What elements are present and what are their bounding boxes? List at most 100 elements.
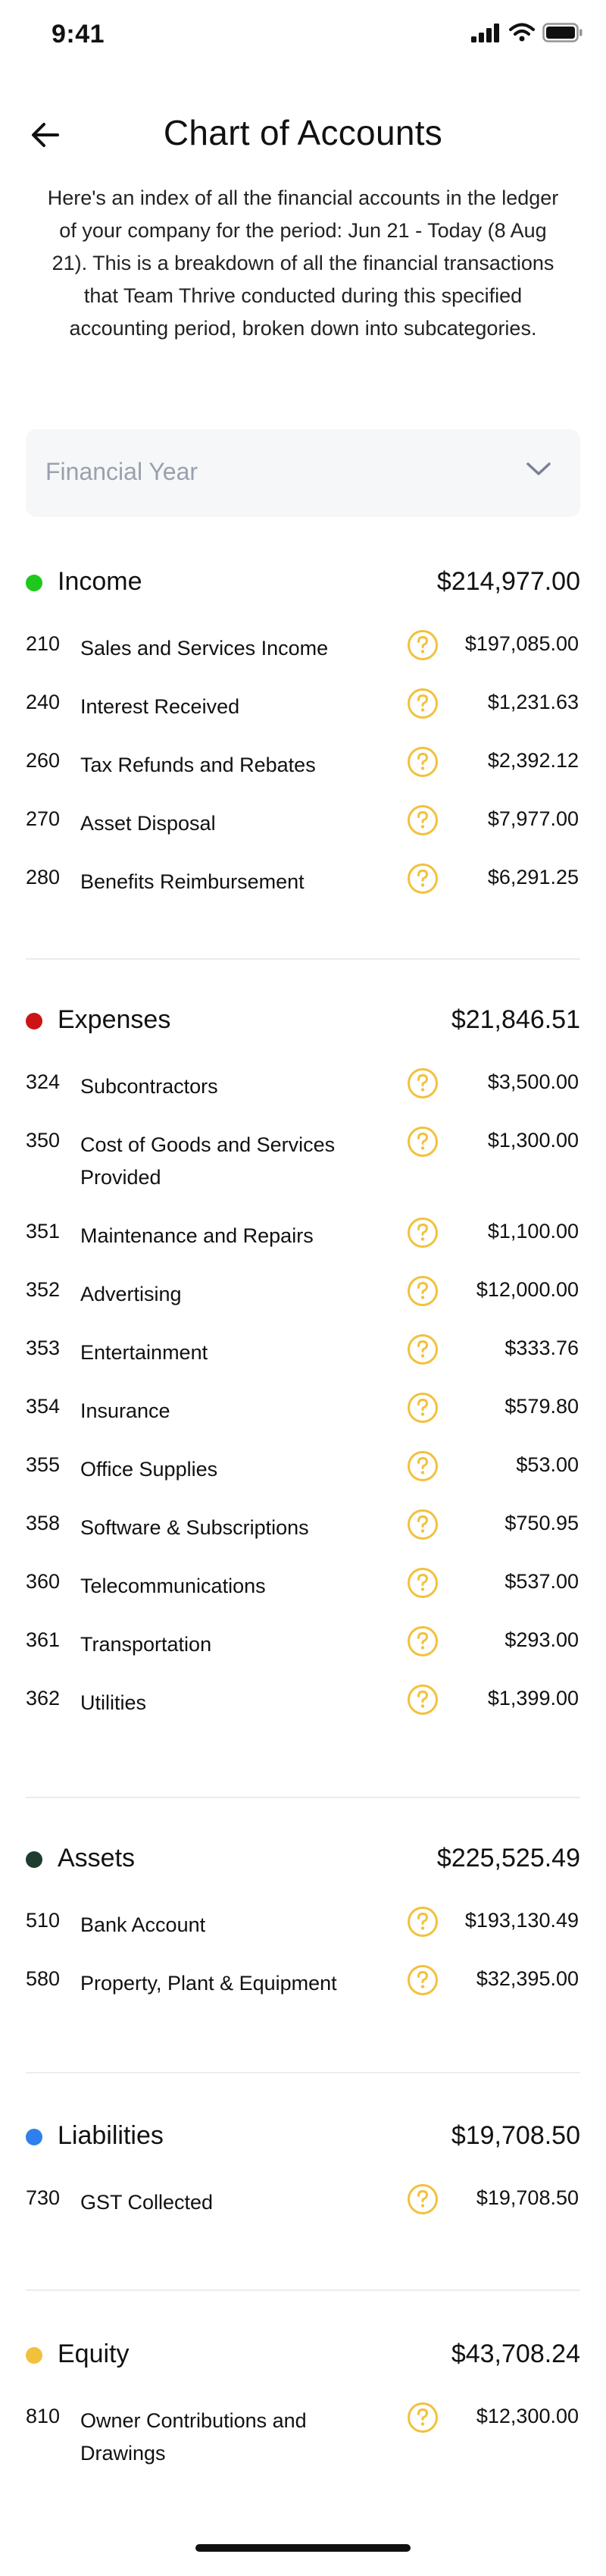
help-icon[interactable]: [407, 2402, 439, 2433]
account-row[interactable]: 361 Transportation $293.00: [26, 1625, 580, 1684]
section-header: Equity $43,708.24: [26, 2333, 580, 2379]
account-amount: $1,399.00: [487, 1687, 579, 1709]
account-name: Telecommunications: [80, 1575, 266, 1597]
section-expenses: Expenses $21,846.51 324 Subcontractors $3,50…: [26, 999, 580, 1742]
status-bar: 9:41: [0, 0, 606, 73]
account-row[interactable]: 260 Tax Refunds and Rebates $2,392.12: [26, 746, 580, 804]
help-icon[interactable]: [407, 629, 439, 661]
help-icon[interactable]: [407, 688, 439, 719]
account-amount: $579.80: [504, 1395, 579, 1418]
help-icon[interactable]: [407, 804, 439, 836]
help-icon[interactable]: [407, 1906, 439, 1938]
account-row[interactable]: 580 Property, Plant & Equipment $32,395.00: [26, 1964, 580, 2023]
account-name: Advertising: [80, 1283, 182, 1305]
help-icon[interactable]: [407, 1333, 439, 1365]
status-icons: [471, 23, 583, 46]
account-row[interactable]: 730 GST Collected $19,708.50: [26, 2183, 580, 2242]
help-icon[interactable]: [407, 1625, 439, 1657]
help-icon[interactable]: [407, 1067, 439, 1099]
help-icon[interactable]: [407, 1964, 439, 1996]
status-dot: [26, 2129, 42, 2145]
financial-year-select[interactable]: Financial Year: [26, 429, 580, 517]
section-title: Assets: [58, 1844, 136, 1872]
account-rows: 510 Bank Account $193,130.49 580 Property, P…: [26, 1906, 580, 2023]
section-header: Liabilities $19,708.50: [26, 2115, 580, 2161]
section-equity: Equity $43,708.24 810 Owner Contributions a…: [26, 2333, 580, 2493]
account-amount: $7,977.00: [487, 807, 579, 830]
help-icon[interactable]: [407, 1392, 439, 1424]
account-name: Cost of Goods and Services Provided: [80, 1133, 336, 1189]
account-amount: $1,300.00: [487, 1129, 579, 1152]
status-dot: [26, 1851, 42, 1868]
account-row[interactable]: 510 Bank Account $193,130.49: [26, 1906, 580, 1964]
account-row[interactable]: 210 Sales and Services Income $197,085.00: [26, 629, 580, 688]
help-icon[interactable]: [407, 1217, 439, 1249]
account-code: 350: [26, 1129, 61, 1152]
help-icon[interactable]: [407, 863, 439, 895]
home-indicator[interactable]: [195, 2544, 411, 2552]
account-row[interactable]: 351 Maintenance and Repairs $1,100.00: [26, 1217, 580, 1275]
help-icon[interactable]: [407, 746, 439, 778]
account-row[interactable]: 280 Benefits Reimbursement $6,291.25: [26, 863, 580, 921]
account-amount: $197,085.00: [464, 632, 579, 655]
account-amount: $537.00: [504, 1570, 579, 1593]
account-amount: $12,000.00: [476, 1278, 579, 1301]
page-title: Chart of Accounts: [163, 113, 443, 152]
section-total: $19,708.50: [451, 2121, 580, 2150]
account-name: GST Collected: [80, 2191, 214, 2214]
account-row[interactable]: 354 Insurance $579.80: [26, 1392, 580, 1450]
help-icon[interactable]: [407, 1509, 439, 1540]
account-row[interactable]: 324 Subcontractors $3,500.00: [26, 1067, 580, 1126]
account-code: 730: [26, 2186, 61, 2209]
account-row[interactable]: 362 Utilities $1,399.00: [26, 1684, 580, 1742]
account-row[interactable]: 355 Office Supplies $53.00: [26, 1450, 580, 1509]
account-name: Maintenance and Repairs: [80, 1224, 314, 1247]
help-icon[interactable]: [407, 1684, 439, 1716]
account-code: 358: [26, 1512, 61, 1534]
account-row[interactable]: 270 Asset Disposal $7,977.00: [26, 804, 580, 863]
account-amount: $1,100.00: [487, 1220, 579, 1243]
account-rows: 210 Sales and Services Income $197,085.00 2…: [26, 629, 580, 921]
intro-text: Here's an index of all the financial acc…: [47, 186, 559, 340]
account-amount: $293.00: [504, 1628, 579, 1651]
account-row[interactable]: 358 Software & Subscriptions $750.95: [26, 1509, 580, 1567]
wifi-icon: [509, 23, 535, 46]
section-divider: [26, 958, 580, 960]
section-assets: Assets $225,525.49 510 Bank Account $193,130…: [26, 1838, 580, 2023]
account-code: 580: [26, 1967, 61, 1990]
account-row[interactable]: 352 Advertising $12,000.00: [26, 1275, 580, 1333]
account-name: Subcontractors: [80, 1075, 218, 1098]
account-name: Property, Plant & Equipment: [80, 1972, 337, 1995]
account-code: 260: [26, 749, 61, 772]
account-name: Benefits Reimbursement: [80, 870, 305, 893]
account-code: 353: [26, 1337, 61, 1359]
account-row[interactable]: 810 Owner Contributions and Drawings $12,3…: [26, 2402, 580, 2493]
section-title: Equity: [58, 2339, 130, 2368]
help-icon[interactable]: [407, 1126, 439, 1158]
account-amount: $12,300.00: [476, 2405, 579, 2427]
account-row[interactable]: 350 Cost of Goods and Services Provided $1…: [26, 1126, 580, 1217]
account-code: 360: [26, 1570, 61, 1593]
help-icon[interactable]: [407, 1567, 439, 1599]
account-row[interactable]: 360 Telecommunications $537.00: [26, 1567, 580, 1625]
section-total: $214,977.00: [436, 567, 580, 596]
account-code: 510: [26, 1909, 61, 1932]
account-row[interactable]: 240 Interest Received $1,231.63: [26, 688, 580, 746]
account-amount: $6,291.25: [487, 866, 579, 888]
account-amount: $1,231.63: [487, 691, 579, 713]
account-amount: $193,130.49: [464, 1909, 579, 1932]
section-divider: [26, 2072, 580, 2073]
help-icon[interactable]: [407, 1275, 439, 1307]
account-code: 210: [26, 632, 61, 655]
section-title: Expenses: [58, 1005, 171, 1034]
chevron-down-icon: [526, 461, 551, 481]
account-code: 810: [26, 2405, 61, 2427]
help-icon[interactable]: [407, 2183, 439, 2215]
help-icon[interactable]: [407, 1450, 439, 1482]
account-rows: 810 Owner Contributions and Drawings $12,3…: [26, 2402, 580, 2493]
account-amount: $333.76: [504, 1337, 579, 1359]
account-code: 354: [26, 1395, 61, 1418]
account-row[interactable]: 353 Entertainment $333.76: [26, 1333, 580, 1392]
account-amount: $19,708.50: [476, 2186, 579, 2209]
account-name: Utilities: [80, 1691, 147, 1714]
